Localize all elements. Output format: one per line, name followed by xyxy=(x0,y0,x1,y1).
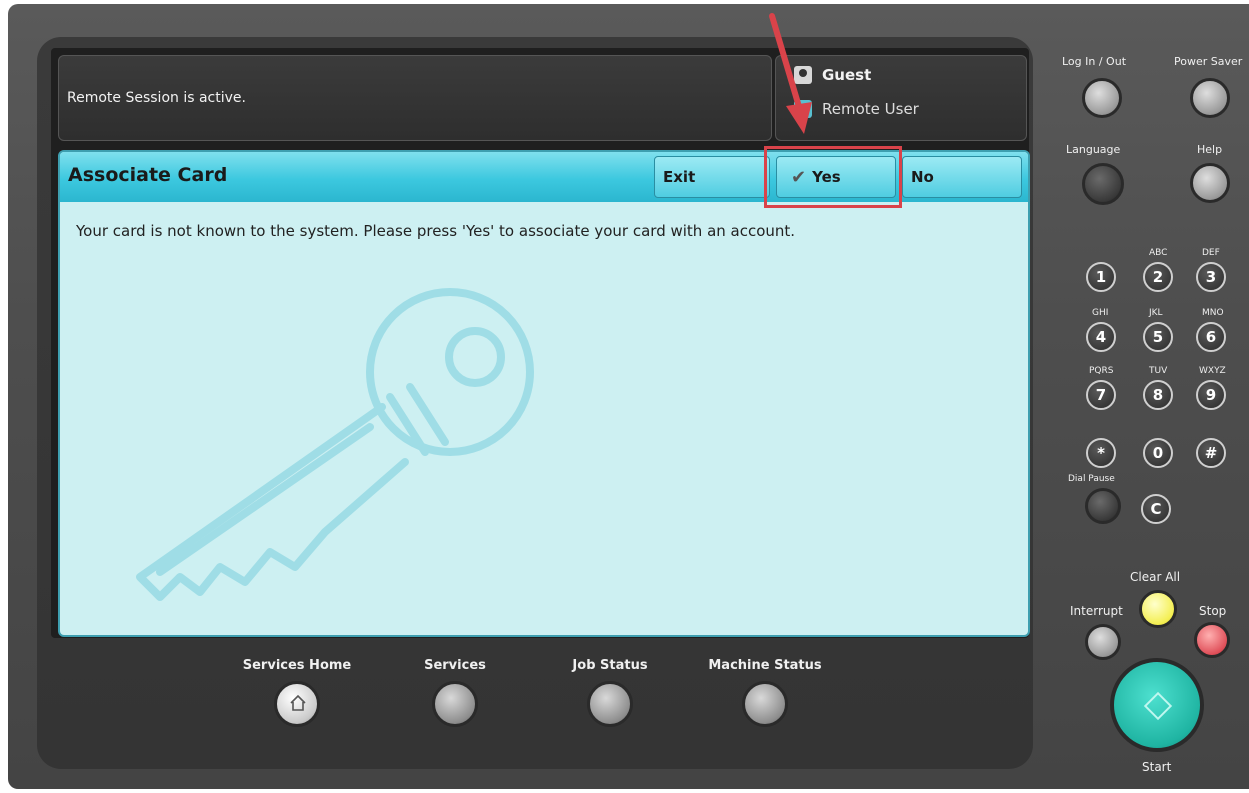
dialog-title: Associate Card xyxy=(68,164,228,186)
keypad-key-0[interactable]: 0 xyxy=(1143,438,1173,468)
language-label: Language xyxy=(1066,143,1121,156)
status-message: Remote Session is active. xyxy=(67,90,246,106)
dial-pause-label: Dial Pause xyxy=(1068,474,1115,484)
no-button-label: No xyxy=(911,168,934,186)
keypad-key-3[interactable]: 3 xyxy=(1196,262,1226,292)
help-button[interactable] xyxy=(1190,163,1230,203)
interrupt-button[interactable] xyxy=(1085,624,1121,660)
log-in-out-label: Log In / Out xyxy=(1062,55,1127,68)
start-diamond-icon xyxy=(1143,691,1173,721)
dial-pause-button[interactable] xyxy=(1085,488,1121,524)
keypad-digit: 9 xyxy=(1205,386,1217,404)
services-home-label: Services Home xyxy=(242,658,352,673)
machine-status-label: Machine Status xyxy=(708,658,822,673)
clear-c-key[interactable]: C xyxy=(1141,494,1171,524)
keypad-letters: ABC xyxy=(1149,248,1168,258)
machine-status-button-knob xyxy=(742,681,788,727)
yes-button-label: Yes xyxy=(812,168,841,186)
keypad-key-hash[interactable]: # xyxy=(1196,438,1226,468)
checkmark-icon: ✔ xyxy=(791,166,807,188)
keypad-letters: MNO xyxy=(1202,308,1224,318)
dialog-header: Associate Card Exit ✔ Yes No xyxy=(60,152,1028,202)
services-label: Services xyxy=(424,658,486,673)
clear-c-key-label: C xyxy=(1150,500,1162,518)
home-icon xyxy=(274,681,320,727)
keypad-digit: 0 xyxy=(1152,444,1164,462)
job-status-label: Job Status xyxy=(572,658,648,673)
keypad-letters: TUV xyxy=(1149,366,1168,376)
keypad-digit: 2 xyxy=(1152,268,1164,286)
clear-all-button[interactable] xyxy=(1139,590,1177,628)
keypad-letters: GHI xyxy=(1092,308,1109,318)
status-bar: Remote Session is active. xyxy=(58,55,772,141)
dialog-message: Your card is not known to the system. Pl… xyxy=(76,222,796,240)
keypad-digit: 5 xyxy=(1152,328,1164,346)
services-button[interactable]: Services xyxy=(400,658,510,731)
no-button[interactable]: No xyxy=(902,156,1022,198)
stop-label: Stop xyxy=(1199,604,1227,618)
keypad-key-9[interactable]: 9 xyxy=(1196,380,1226,410)
start-label: Start xyxy=(1142,760,1172,774)
clear-all-label: Clear All xyxy=(1130,570,1181,584)
job-status-button[interactable]: Job Status xyxy=(555,658,665,731)
help-label: Help xyxy=(1197,143,1223,156)
language-button[interactable] xyxy=(1082,163,1124,205)
keypad-key-8[interactable]: 8 xyxy=(1143,380,1173,410)
keypad-key-star[interactable]: * xyxy=(1086,438,1116,468)
services-home-button[interactable]: Services Home xyxy=(232,658,362,731)
keypad-key-4[interactable]: 4 xyxy=(1086,322,1116,352)
user-secondary-label: Remote User xyxy=(822,100,919,118)
annotation-arrow xyxy=(769,13,812,134)
start-button[interactable] xyxy=(1110,658,1204,752)
keypad-key-6[interactable]: 6 xyxy=(1196,322,1226,352)
keypad-digit: 7 xyxy=(1095,386,1107,404)
keypad-key-2[interactable]: 2 xyxy=(1143,262,1173,292)
exit-button-label: Exit xyxy=(663,168,696,186)
keypad-digit: 3 xyxy=(1205,268,1217,286)
keypad-digit: 8 xyxy=(1152,386,1164,404)
power-saver-button[interactable] xyxy=(1190,78,1230,118)
log-in-out-button[interactable] xyxy=(1082,78,1122,118)
keypad-letters: PQRS xyxy=(1089,366,1114,376)
exit-button[interactable]: Exit xyxy=(654,156,770,198)
keypad-digit: * xyxy=(1097,444,1105,462)
machine-status-button[interactable]: Machine Status xyxy=(690,658,840,731)
associate-card-dialog: Associate Card Exit ✔ Yes No Your card i… xyxy=(58,150,1030,637)
keypad-key-7[interactable]: 7 xyxy=(1086,380,1116,410)
services-button-knob xyxy=(432,681,478,727)
keypad-digit: # xyxy=(1204,444,1218,462)
keypad-letters: WXYZ xyxy=(1199,366,1226,376)
stop-button[interactable] xyxy=(1194,622,1230,658)
keypad-key-5[interactable]: 5 xyxy=(1143,322,1173,352)
yes-button[interactable]: ✔ Yes xyxy=(776,156,896,198)
keypad-letters: JKL xyxy=(1149,308,1163,318)
job-status-button-knob xyxy=(587,681,633,727)
user-primary-label: Guest xyxy=(822,66,872,84)
keypad-digit: 4 xyxy=(1095,328,1107,346)
keypad-digit: 6 xyxy=(1205,328,1217,346)
key-icon xyxy=(136,288,534,601)
power-saver-label: Power Saver xyxy=(1174,55,1243,68)
interrupt-label: Interrupt xyxy=(1070,604,1123,618)
keypad-key-1[interactable]: 1 xyxy=(1086,262,1116,292)
keypad-digit: 1 xyxy=(1095,268,1107,286)
keypad-letters: DEF xyxy=(1202,248,1220,258)
